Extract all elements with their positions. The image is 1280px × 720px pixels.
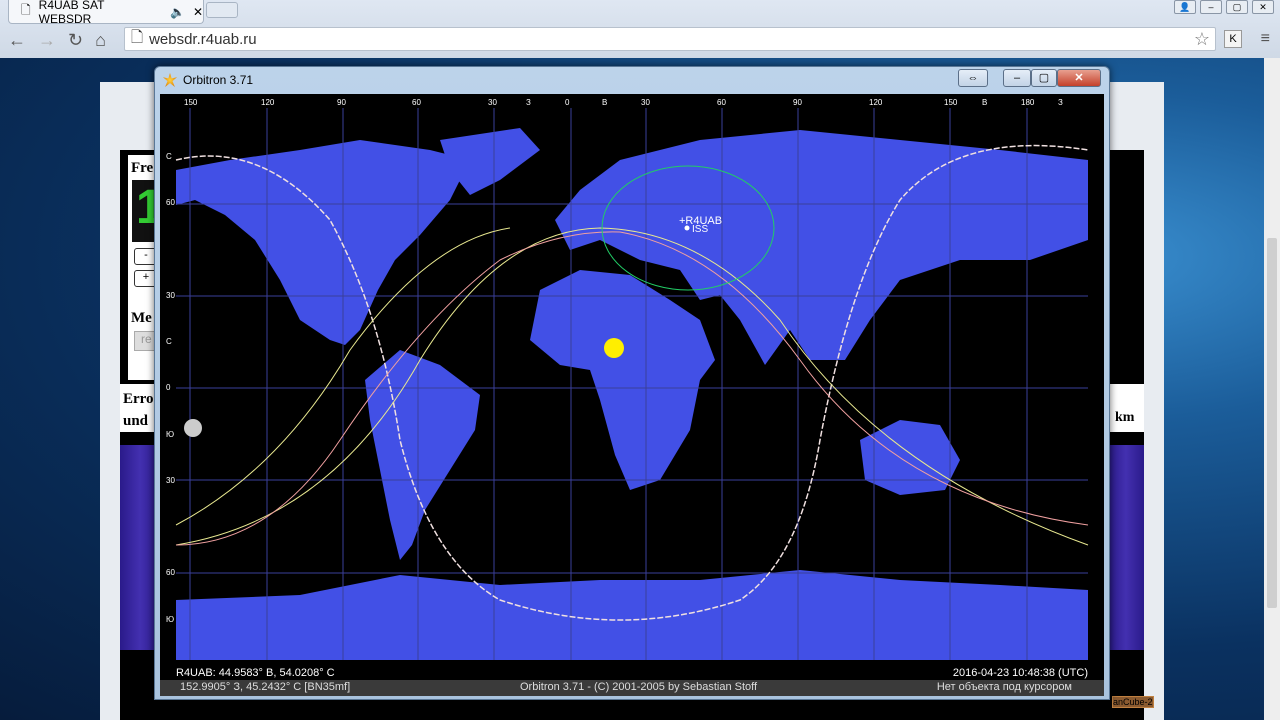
scrollbar-thumb[interactable] xyxy=(1267,238,1277,608)
longitude-tick-label: 60 xyxy=(412,98,421,107)
cursor-coords: 152.9905° З, 45.2432° С [BN35mf] xyxy=(180,681,351,693)
latitude-tick-label: 30 xyxy=(166,291,175,300)
longitude-tick-label: 30 xyxy=(488,98,497,107)
longitude-tick-label: 0 xyxy=(565,98,570,107)
minimize-button[interactable]: – xyxy=(1200,0,1222,14)
close-button[interactable]: ✕ xyxy=(1057,69,1101,87)
back-icon[interactable]: ← xyxy=(8,30,26,51)
latitude-axis: С 60 30 С 0 Ю 30 60 Ю xyxy=(160,94,176,680)
error-text-2: und xyxy=(123,413,149,429)
new-tab-button[interactable] xyxy=(206,2,238,18)
longitude-tick-label: 120 xyxy=(261,98,275,107)
resize-toggle-button[interactable]: ⇔ xyxy=(958,69,988,87)
longitude-tick-label: 150 xyxy=(944,98,958,107)
satellite-label[interactable]: ISS xyxy=(692,224,708,235)
sun-icon xyxy=(604,338,624,358)
km-label: km xyxy=(1108,384,1144,432)
longitude-axis: 150 120 90 60 30 З 0 В 30 60 90 120 150 В 180 З xyxy=(160,94,1104,108)
longitude-tick-label: 90 xyxy=(337,98,346,107)
antarctica xyxy=(176,570,1088,660)
africa xyxy=(530,270,715,490)
minimize-button[interactable]: – xyxy=(1003,69,1031,87)
orbitron-app-icon xyxy=(163,73,177,87)
north-america xyxy=(176,140,470,345)
audio-icon: 🔈 xyxy=(169,4,185,19)
location-text: R4UAB: 44.9583° В, 54.0208° С xyxy=(176,667,335,679)
memory-label: Me xyxy=(131,310,152,326)
address-bar[interactable]: 🗋 websdr.r4uab.ru xyxy=(124,27,1216,51)
waterfall-right[interactable] xyxy=(1108,445,1144,650)
copyright-text: Orbitron 3.71 - (C) 2001-2005 by Sebasti… xyxy=(520,681,758,693)
browser-tab[interactable]: 🗋 R4UAB SAT WEBSDR 🔈 ✕ xyxy=(8,0,204,26)
latitude-tick-label: С xyxy=(166,152,172,161)
longitude-tick-label: 60 xyxy=(717,98,726,107)
longitude-tick-label: 120 xyxy=(869,98,883,107)
close-button[interactable]: ✕ xyxy=(1252,0,1274,14)
sat-link[interactable]: anCube-2 xyxy=(1112,696,1154,708)
freq-label: Fre xyxy=(131,160,154,176)
status-bar: 152.9905° З, 45.2432° С [BN35mf] Orbitro… xyxy=(160,680,1104,696)
menu-icon[interactable]: ≡ xyxy=(1261,30,1270,48)
window-title: Orbitron 3.71 xyxy=(183,73,254,87)
longitude-tick-label: В xyxy=(602,98,608,107)
latitude-tick-label: 30 xyxy=(166,476,175,485)
browser-chrome: 🗋 R4UAB SAT WEBSDR 🔈 ✕ 👤 – ▢ ✕ ← → ↻ ⌂ 🗋 websdr.r4… xyxy=(0,0,1280,58)
user-button[interactable]: 👤 xyxy=(1174,0,1196,14)
home-icon[interactable]: ⌂ xyxy=(95,30,106,51)
status-bar-map: R4UAB: 44.9583° В, 54.0208° С 2016-04-23… xyxy=(160,666,1104,680)
latitude-tick-label: Ю xyxy=(166,430,175,439)
longitude-tick-label: 30 xyxy=(641,98,650,107)
close-tab-icon[interactable]: ✕ xyxy=(193,5,203,19)
longitude-tick-label: 90 xyxy=(793,98,802,107)
forward-icon[interactable]: → xyxy=(38,30,56,51)
reload-icon[interactable]: ↻ xyxy=(68,30,83,51)
page-icon: 🗋 xyxy=(21,3,31,17)
longitude-tick-label: 180 xyxy=(1021,98,1035,107)
longitude-tick-label: З xyxy=(526,98,531,107)
longitude-tick-label: З xyxy=(1058,98,1063,107)
latitude-tick-label: С xyxy=(166,337,172,346)
maximize-button[interactable]: ▢ xyxy=(1226,0,1248,14)
latitude-tick-label: 60 xyxy=(166,198,175,207)
latitude-tick-label: Ю xyxy=(166,615,175,624)
longitude-tick-label: В xyxy=(982,98,988,107)
page-icon: 🗋 xyxy=(131,28,144,46)
latitude-tick-label: 0 xyxy=(166,383,171,392)
time-text: 2016-04-23 10:48:38 (UTC) xyxy=(952,667,1088,679)
bookmark-star-icon[interactable]: ☆ xyxy=(1194,29,1210,50)
maximize-button[interactable]: ▢ xyxy=(1031,69,1057,87)
tab-title: R4UAB SAT WEBSDR xyxy=(38,0,105,26)
moon-icon xyxy=(184,419,202,437)
cursor-object: Нет объекта под курсором xyxy=(936,681,1072,693)
world-map[interactable]: 150 120 90 60 30 З 0 В 30 60 90 120 150 В 180 З С 60 30 С 0… xyxy=(160,94,1104,680)
page-scrollbar[interactable] xyxy=(1264,58,1280,720)
landmasses xyxy=(176,128,1088,660)
error-text: Erro xyxy=(123,391,154,407)
longitude-tick-label: 150 xyxy=(184,98,198,107)
latitude-tick-label: 60 xyxy=(166,568,175,577)
extension-button[interactable]: K xyxy=(1224,30,1242,48)
url-text: websdr.r4uab.ru xyxy=(149,30,257,48)
